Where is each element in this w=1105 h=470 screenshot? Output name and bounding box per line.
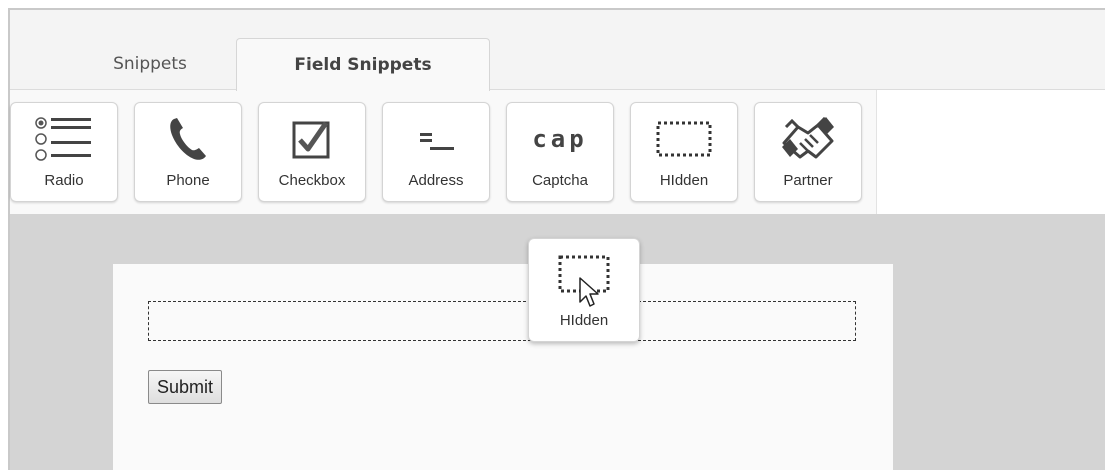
dragging-snippet-label: HIdden [559,312,609,329]
snippet-hidden-label: HIdden [659,172,709,189]
snippet-toolbar: Radio Phone Checkbox Address cap Captcha… [10,90,877,214]
snippet-phone-label: Phone [166,172,210,189]
captcha-glyph: cap [532,125,588,153]
phone-icon [135,113,241,165]
field-dropzone[interactable] [148,301,856,341]
tab-bar: Snippets Field Snippets [10,10,1105,91]
snippet-radio-label: Radio [44,172,84,189]
snippet-address-label: Address [408,172,464,189]
snippet-captcha[interactable]: cap Captcha [506,102,614,202]
snippet-partner[interactable]: Partner [754,102,862,202]
snippet-checkbox[interactable]: Checkbox [258,102,366,202]
snippet-captcha-label: Captcha [532,172,588,189]
snippet-partner-label: Partner [783,172,833,189]
handshake-icon [755,113,861,165]
hidden-field-icon [631,113,737,165]
snippet-phone[interactable]: Phone [134,102,242,202]
address-icon [383,113,489,165]
submit-button[interactable]: Submit [148,370,223,404]
tab-snippets[interactable]: Snippets [60,38,240,90]
checkbox-icon [259,113,365,165]
snippet-radio[interactable]: Radio [10,102,118,202]
snippet-hidden[interactable]: HIdden [630,102,738,202]
captcha-icon: cap [507,113,613,165]
radio-list-icon [11,113,117,165]
form-preview: Submit [113,264,893,470]
snippet-checkbox-label: Checkbox [278,172,346,189]
mouse-cursor-icon [579,277,599,307]
tab-field-snippets[interactable]: Field Snippets [236,38,490,91]
snippet-address[interactable]: Address [382,102,490,202]
